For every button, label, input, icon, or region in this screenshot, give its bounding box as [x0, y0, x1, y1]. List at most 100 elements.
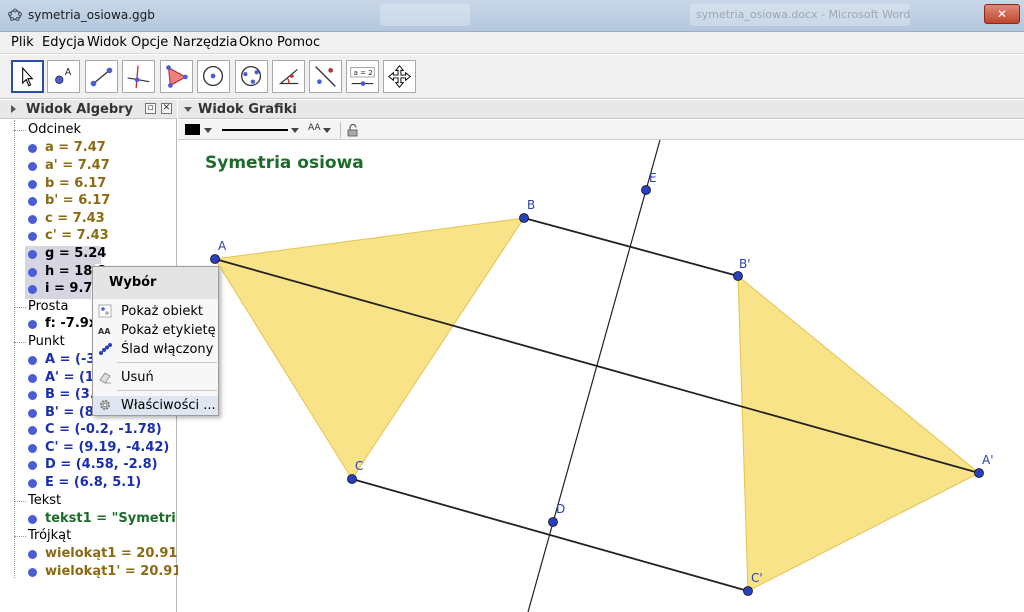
menu-widok[interactable]: Widok: [87, 35, 127, 50]
menu-narzedzia[interactable]: Narzędzia: [173, 35, 238, 50]
triangle-abc[interactable]: [214, 217, 526, 480]
menu-opcje[interactable]: Opcje: [131, 35, 168, 50]
visibility-dot-icon[interactable]: [28, 515, 37, 524]
visibility-dot-icon[interactable]: [28, 391, 37, 400]
algebra-item[interactable]: C' = (9.19, -4.42): [28, 440, 169, 458]
trace-icon: [99, 343, 112, 355]
move-tool-button[interactable]: [11, 60, 44, 93]
point-b-prime[interactable]: [733, 271, 743, 281]
algebra-item[interactable]: B' = (8.9: [28, 405, 92, 423]
algebra-item[interactable]: A' = (14: [28, 370, 92, 388]
line-style-swatch[interactable]: [222, 129, 288, 131]
visibility-dot-icon[interactable]: [28, 285, 37, 294]
point-a[interactable]: [210, 254, 220, 264]
mirror-line-f[interactable]: [527, 140, 661, 612]
algebra-item[interactable]: b = 6.17: [28, 176, 108, 194]
close-view-icon[interactable]: ✕: [161, 103, 172, 114]
angle-tool-button[interactable]: [272, 60, 305, 93]
visibility-dot-icon[interactable]: [28, 162, 37, 171]
visibility-dot-icon[interactable]: [28, 444, 37, 453]
algebra-item[interactable]: A = (-3.4: [28, 352, 92, 370]
visibility-dot-icon[interactable]: [28, 426, 37, 435]
color-swatch[interactable]: [185, 124, 200, 135]
algebra-item[interactable]: b' = 6.17: [28, 193, 110, 211]
visibility-dot-icon[interactable]: [28, 568, 37, 577]
menu-item-show-object[interactable]: Pokaż obiekt: [93, 302, 218, 321]
visibility-dot-icon[interactable]: [28, 180, 37, 189]
algebra-item[interactable]: c = 7.43: [28, 211, 108, 229]
algebra-item[interactable]: E = (6.8, 5.1): [28, 475, 168, 493]
point-c[interactable]: [347, 474, 357, 484]
algebra-item[interactable]: B = (3.9: [28, 387, 92, 405]
point-e[interactable]: [641, 185, 651, 195]
reflect-tool-button[interactable]: [309, 60, 342, 93]
segment-bb-prime[interactable]: [523, 217, 739, 277]
visibility-dot-icon[interactable]: [28, 215, 37, 224]
polygon-tool-button[interactable]: [160, 60, 193, 93]
algebra-item[interactable]: c' = 7.43: [28, 228, 109, 246]
menu-separator: [117, 390, 217, 391]
collapse-triangle-icon[interactable]: [11, 105, 16, 113]
segment-tool-button[interactable]: [85, 60, 118, 93]
algebra-item[interactable]: wielokąt1 = 20.91: [28, 546, 177, 564]
algebra-item-selected[interactable]: g = 5.24: [25, 246, 106, 264]
point-tool-button[interactable]: A: [47, 60, 80, 93]
visibility-dot-icon[interactable]: [28, 144, 37, 153]
category-trojkat[interactable]: Trójkąt: [28, 528, 71, 543]
menu-item-trace[interactable]: Ślad włączony: [93, 340, 218, 359]
visibility-dot-icon[interactable]: [28, 461, 37, 470]
algebra-item[interactable]: tekst1 = "Symetria os: [28, 511, 176, 529]
category-prosta[interactable]: Prosta: [28, 299, 68, 314]
algebra-item[interactable]: wielokąt1' = 20.91: [28, 564, 181, 582]
visibility-dot-icon[interactable]: [28, 550, 37, 559]
algebra-item-selected[interactable]: i = 9.76: [25, 281, 101, 299]
undock-icon[interactable]: ▫: [145, 103, 156, 114]
menu-pomoc[interactable]: Pomoc: [277, 35, 320, 50]
visibility-dot-icon[interactable]: [28, 320, 37, 329]
canvas-title[interactable]: Symetria osiowa: [205, 153, 364, 173]
point-a-prime[interactable]: [974, 468, 984, 478]
visibility-dot-icon[interactable]: [28, 232, 37, 241]
category-tekst[interactable]: Tekst: [28, 493, 61, 508]
chevron-down-icon[interactable]: [291, 128, 299, 133]
visibility-dot-icon[interactable]: [28, 356, 37, 365]
chevron-down-icon[interactable]: [323, 128, 331, 133]
chevron-down-icon[interactable]: [204, 128, 212, 133]
menu-item-delete[interactable]: Usuń: [93, 368, 218, 387]
visibility-dot-icon[interactable]: [28, 250, 37, 259]
algebra-item[interactable]: f: -7.9x: [28, 316, 97, 334]
visibility-dot-icon[interactable]: [28, 374, 37, 383]
graphics-view-header: Widok Grafiki: [178, 100, 1024, 119]
algebra-item[interactable]: D = (4.58, -2.8): [28, 457, 168, 475]
perpendicular-line-tool-button[interactable]: [122, 60, 155, 93]
category-punkt[interactable]: Punkt: [28, 334, 65, 349]
point-b[interactable]: [519, 213, 529, 223]
collapse-triangle-icon[interactable]: [184, 107, 192, 112]
conic-tool-button[interactable]: [235, 60, 268, 93]
menu-edycja[interactable]: Edycja: [42, 35, 85, 50]
perpendicular-line-tool-icon: [127, 65, 150, 89]
move-view-tool-button[interactable]: [383, 60, 416, 93]
point-c-prime[interactable]: [743, 586, 753, 596]
visibility-dot-icon[interactable]: [28, 479, 37, 488]
visibility-dot-icon[interactable]: [28, 268, 37, 277]
visibility-dot-icon[interactable]: [28, 197, 37, 206]
algebra-item[interactable]: C = (-0.2, -1.78): [28, 422, 168, 440]
menu-okno[interactable]: Okno: [239, 35, 273, 50]
window-close-button[interactable]: ✕: [984, 4, 1020, 24]
lock-icon[interactable]: [346, 123, 360, 137]
point-d[interactable]: [548, 517, 558, 527]
circle-tool-button[interactable]: [197, 60, 230, 93]
triangle-abc-prime[interactable]: [737, 274, 980, 592]
menu-item-show-label[interactable]: AA Pokaż etykietę: [93, 321, 218, 340]
visibility-dot-icon[interactable]: [28, 409, 37, 418]
font-size-icon[interactable]: AA: [308, 123, 321, 133]
algebra-item-selected[interactable]: h = 18.8: [25, 264, 106, 282]
menu-plik[interactable]: Plik: [11, 35, 34, 50]
algebra-item[interactable]: a' = 7.47: [28, 158, 110, 176]
category-odcinek[interactable]: Odcinek: [28, 122, 81, 137]
algebra-item[interactable]: a = 7.47: [28, 140, 108, 158]
slider-tool-button[interactable]: a = 2: [346, 60, 379, 93]
menu-item-properties[interactable]: Właściwości ...: [93, 396, 218, 415]
geometry-canvas[interactable]: Symetria osiowa A B C D E B' A' C': [178, 140, 1024, 612]
